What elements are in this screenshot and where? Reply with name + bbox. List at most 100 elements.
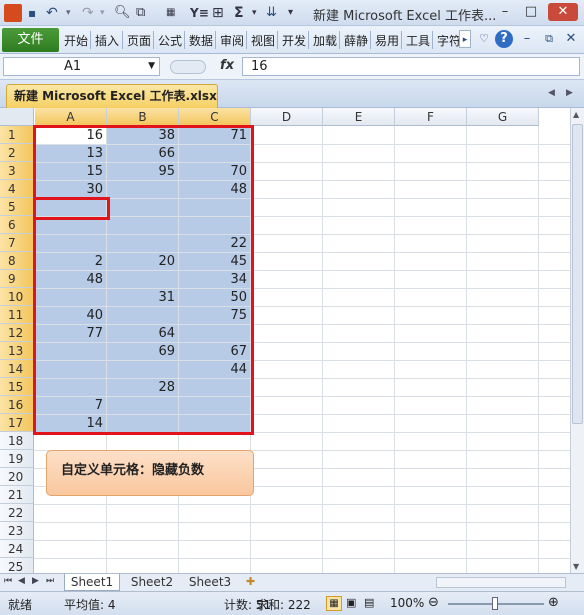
column-header-g[interactable]: G [467,108,539,126]
fill-icon[interactable]: ⇊ [266,4,277,22]
sheet-first-icon[interactable]: ⏮ [4,576,12,586]
row-header-5[interactable]: 5 [0,198,34,216]
row-header-13[interactable]: 13 [0,342,34,360]
excel-logo-icon[interactable] [4,4,22,22]
sheet-next-icon[interactable]: ▶ [32,576,39,586]
row-header-23[interactable]: 23 [0,522,34,540]
row-header-9[interactable]: 9 [0,270,34,288]
column-header-d[interactable]: D [251,108,323,126]
tab-prev-icon[interactable]: ◀ [548,88,555,98]
row-header-7[interactable]: 7 [0,234,34,252]
tab-data[interactable]: 数据 [189,32,213,49]
tab-scroll-right-icon[interactable]: ▸ [459,30,471,48]
tab-tools[interactable]: 工具 [406,32,430,49]
print-preview-icon[interactable]: 🔍︎ [114,4,131,22]
normal-view-icon[interactable]: ▦ [326,596,342,611]
vertical-scrollbar[interactable]: ▲ ▼ [570,108,584,573]
row-header-8[interactable]: 8 [0,252,34,270]
insert-sheet-icon[interactable]: ✚ [246,575,255,588]
formula-expand-handle[interactable] [170,60,206,74]
redo-icon[interactable]: ↷ [82,4,94,22]
column-header-f[interactable]: F [395,108,467,126]
tab-formulas[interactable]: 公式 [158,32,182,49]
maximize-icon[interactable]: □ [520,3,542,21]
tab-next-icon[interactable]: ▶ [566,88,573,98]
sheet-tab-sheet1[interactable]: Sheet1 [64,574,120,591]
scroll-up-icon[interactable]: ▲ [573,110,579,119]
select-all-corner[interactable] [0,108,34,126]
tab-review[interactable]: 审阅 [220,32,244,49]
column-header-e[interactable]: E [323,108,395,126]
zoom-out-icon[interactable]: ⊖ [428,595,439,610]
name-box[interactable]: A1 ▼ [3,57,160,76]
sheet-prev-icon[interactable]: ◀ [18,576,25,586]
row-header-25[interactable]: 25 [0,558,34,573]
tab-insert[interactable]: 插入 [95,32,119,49]
row-header-18[interactable]: 18 [0,432,34,450]
format-painter-icon[interactable]: ⧉ [136,4,145,22]
minimize-ribbon-icon[interactable]: ♡ [475,30,493,48]
tab-developer[interactable]: 开发 [282,32,306,49]
row-header-14[interactable]: 14 [0,360,34,378]
page-break-view-icon[interactable]: ▤ [364,596,374,609]
name-box-dropdown-icon[interactable]: ▼ [148,58,155,75]
filter-icon[interactable]: Y≡ [190,4,209,22]
autosum-dropdown-icon[interactable]: ▾ [252,4,257,22]
row-header-4[interactable]: 4 [0,180,34,198]
tab-home[interactable]: 开始 [64,32,88,49]
row-header-20[interactable]: 20 [0,468,34,486]
minimize-icon[interactable]: – [494,3,516,21]
redo-dropdown-icon[interactable]: ▾ [100,4,105,22]
formula-input[interactable]: 16 [242,57,580,76]
column-header-a[interactable]: A [35,108,107,126]
row-header-22[interactable]: 22 [0,504,34,522]
tab-characters[interactable]: 字符 [437,32,461,49]
worksheet-grid[interactable]: ABCDEFG 1 2 3 4 5 6 7 8 9 10 11 12 13 14 15 16 17 18 19 20 2… [0,108,570,573]
row-header-3[interactable]: 3 [0,162,34,180]
insert-function-icon[interactable]: fx [220,58,234,73]
workbook-minimize-icon[interactable]: – [518,30,536,48]
undo-icon[interactable]: ↶ [46,4,58,22]
tab-page[interactable]: 页面 [127,32,151,49]
number-format-icon[interactable]: ▦ [166,4,175,22]
zoom-level[interactable]: 100% [390,596,424,610]
borders-icon[interactable]: ⊞ [212,4,224,22]
customize-qa-icon[interactable]: ▾ [288,4,293,22]
row-header-12[interactable]: 12 [0,324,34,342]
tab-yiyong[interactable]: 易用 [375,32,399,49]
row-header-1[interactable]: 1 [0,126,34,144]
sheet-tab-sheet3[interactable]: Sheet3 [182,574,238,591]
row-header-21[interactable]: 21 [0,486,34,504]
column-header-b[interactable]: B [107,108,179,126]
tab-xuejing[interactable]: 薛静 [344,32,368,49]
workbook-restore-icon[interactable]: ⧉ [540,30,558,48]
row-header-11[interactable]: 11 [0,306,34,324]
row-header-6[interactable]: 6 [0,216,34,234]
zoom-slider-thumb[interactable] [492,597,498,610]
sheet-tab-sheet2[interactable]: Sheet2 [124,574,180,591]
file-tab[interactable]: 文件 [2,28,59,52]
row-header-10[interactable]: 10 [0,288,34,306]
tab-addins[interactable]: 加载 [313,32,337,49]
row-header-19[interactable]: 19 [0,450,34,468]
row-header-24[interactable]: 24 [0,540,34,558]
sheet-last-icon[interactable]: ⏭ [46,576,54,586]
column-header-c[interactable]: C [179,108,251,126]
row-header-16[interactable]: 16 [0,396,34,414]
workbook-close-icon[interactable]: ✕ [562,30,580,48]
zoom-in-icon[interactable]: ⊕ [548,595,559,610]
help-icon[interactable]: ? [495,30,513,48]
vertical-scroll-thumb[interactable] [572,124,583,424]
autosum-icon[interactable]: Σ [234,4,244,22]
undo-dropdown-icon[interactable]: ▾ [66,4,71,22]
close-icon[interactable]: ✕ [548,3,578,21]
tab-view[interactable]: 视图 [251,32,275,49]
row-header-15[interactable]: 15 [0,378,34,396]
scroll-down-icon[interactable]: ▼ [573,562,579,571]
workbook-tab[interactable]: 新建 Microsoft Excel 工作表.xlsx [6,84,218,108]
row-header-17[interactable]: 17 [0,414,34,432]
save-icon[interactable]: ▪ [28,4,36,22]
horizontal-scrollbar[interactable] [436,577,566,588]
page-layout-view-icon[interactable]: ▣ [346,596,356,609]
row-header-2[interactable]: 2 [0,144,34,162]
